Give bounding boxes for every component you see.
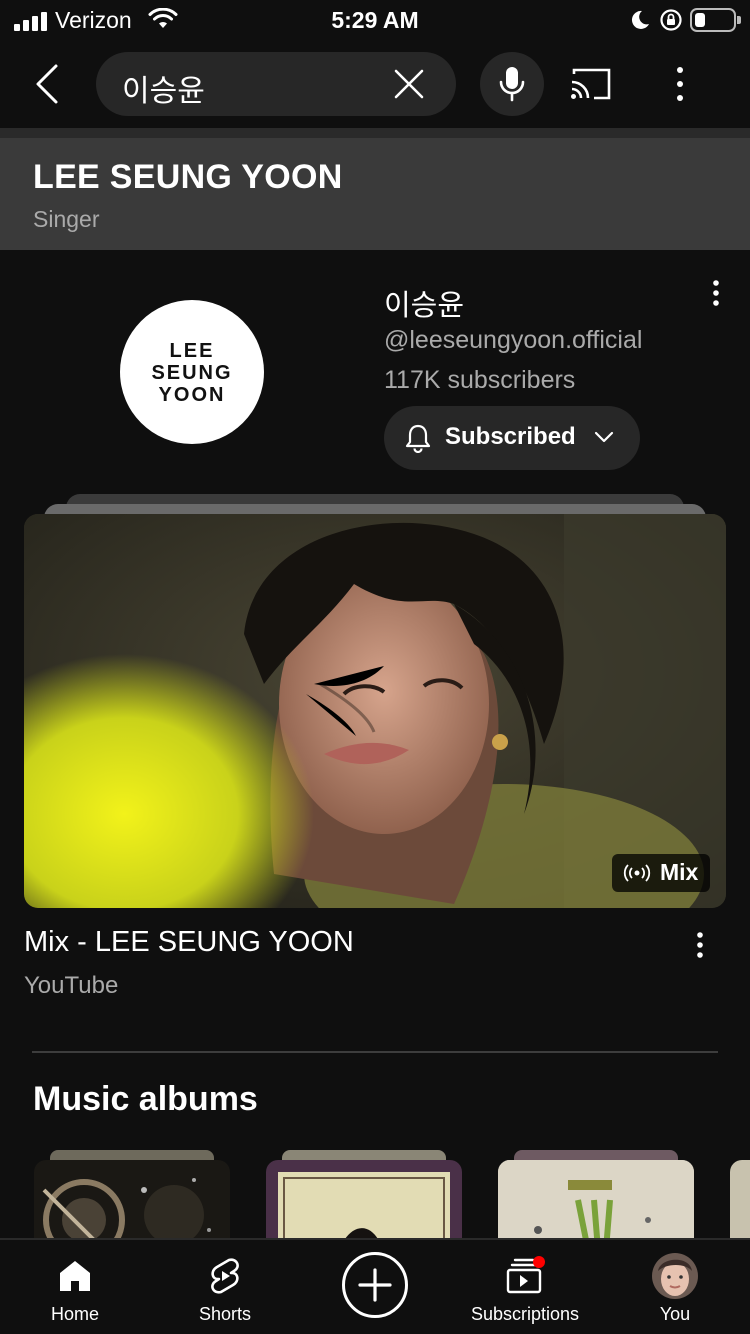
album-cover: [730, 1160, 750, 1240]
mix-title[interactable]: Mix - LEE SEUNG YOON: [24, 926, 354, 959]
album-card[interactable]: [730, 1150, 750, 1240]
avatar-line: LEE: [169, 340, 215, 362]
subscriber-count: 117K subscribers: [384, 366, 576, 394]
nav-label: Home: [50, 1304, 99, 1324]
nav-label: You: [659, 1304, 691, 1324]
mix-more-icon[interactable]: [696, 932, 704, 963]
avatar-line: YOON: [158, 384, 226, 406]
nav-home[interactable]: Home: [0, 1240, 150, 1334]
nav-label: Subscriptions: [470, 1304, 580, 1324]
status-bar: Verizon 5:29 AM: [0, 0, 750, 40]
knowledge-panel[interactable]: LEE SEUNG YOON Singer: [0, 128, 750, 250]
nav-shorts[interactable]: Shorts: [150, 1240, 300, 1334]
chevron-down-icon: [594, 430, 614, 448]
battery-icon: [690, 8, 741, 32]
more-vertical-icon[interactable]: [668, 66, 692, 107]
mix-channel: YouTube: [24, 972, 119, 999]
subscribed-label: Subscribed: [445, 423, 576, 450]
subscribed-button[interactable]: Subscribed: [384, 406, 640, 470]
subscriptions-icon: [450, 1254, 600, 1298]
album-card[interactable]: [34, 1150, 230, 1240]
profile-avatar: [600, 1253, 750, 1299]
create-button[interactable]: [342, 1252, 408, 1318]
microphone-icon: [499, 67, 525, 102]
shorts-icon: [150, 1254, 300, 1298]
mix-thumbnail[interactable]: [24, 514, 726, 908]
avatar-line: SEUNG: [151, 362, 233, 384]
knowledge-panel-title: LEE SEUNG YOON: [33, 158, 343, 196]
mix-badge: Mix: [612, 854, 710, 892]
voice-search-button[interactable]: [480, 52, 544, 116]
album-cover: [498, 1160, 694, 1240]
home-icon: [0, 1254, 150, 1298]
back-arrow-icon[interactable]: [28, 60, 68, 108]
search-header: 이승윤: [0, 40, 750, 128]
channel-more-icon[interactable]: [712, 280, 720, 311]
album-cover: [34, 1160, 230, 1240]
notification-dot: [533, 1256, 545, 1268]
clear-icon[interactable]: [393, 68, 425, 100]
albums-section-title: Music albums: [33, 1080, 258, 1118]
bell-icon: [404, 423, 432, 458]
divider: [32, 1051, 718, 1053]
rotation-lock-icon: [659, 8, 683, 37]
do-not-disturb-icon: [630, 9, 650, 36]
mix-badge-label: Mix: [660, 859, 699, 885]
radio-wave-icon: [622, 863, 652, 888]
create-icon: [358, 1268, 392, 1302]
nav-label: Shorts: [198, 1304, 252, 1324]
album-card[interactable]: [498, 1150, 694, 1240]
bottom-navigation: Home Shorts Subscriptions You: [0, 1238, 750, 1334]
album-cover: [266, 1160, 462, 1240]
channel-avatar[interactable]: LEE SEUNG YOON: [120, 300, 264, 444]
search-input[interactable]: 이승윤: [96, 52, 456, 116]
channel-name[interactable]: 이승윤: [384, 282, 464, 324]
nav-you[interactable]: You: [600, 1240, 750, 1334]
knowledge-panel-subtitle: Singer: [33, 206, 100, 232]
cast-icon[interactable]: [570, 66, 612, 107]
album-card[interactable]: [266, 1150, 462, 1240]
portrait-image: [24, 514, 726, 908]
search-query-text: 이승윤: [122, 75, 205, 108]
channel-handle: @leeseungyoon.official: [384, 326, 643, 354]
nav-subscriptions[interactable]: Subscriptions: [450, 1240, 600, 1334]
